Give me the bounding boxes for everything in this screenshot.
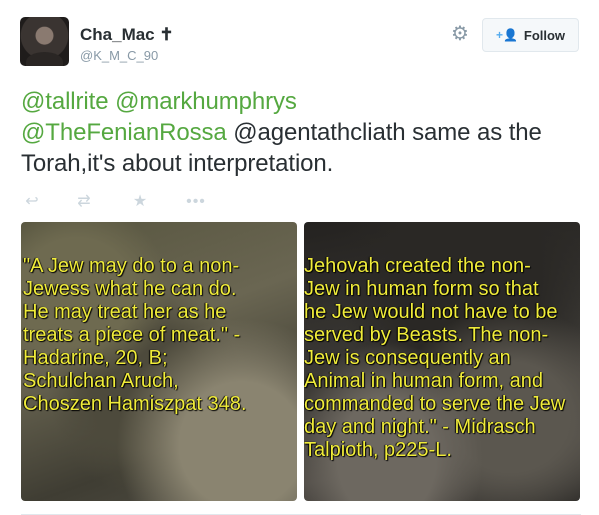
more-icon[interactable]: •••: [185, 191, 207, 213]
mention-link[interactable]: @TheFenianRossa: [21, 119, 227, 146]
mention-link[interactable]: @tallrite: [21, 88, 109, 115]
media-photo[interactable]: "A Jew may do to a non- Jewess what he c…: [21, 222, 297, 501]
add-person-icon: +👤: [495, 28, 518, 42]
mention-link[interactable]: @markhumphrys: [115, 88, 297, 115]
screen-name[interactable]: @K_M_C_90: [80, 48, 158, 63]
display-name[interactable]: Cha_Mac ✝: [80, 25, 174, 45]
photo-caption: "A Jew may do to a non- Jewess what he c…: [23, 255, 247, 415]
reply-icon[interactable]: ↩: [21, 191, 43, 213]
photo-caption: Jehovah created the non- Jew in human fo…: [304, 255, 566, 461]
favorite-icon[interactable]: ★: [129, 191, 151, 213]
avatar[interactable]: [20, 17, 69, 66]
retweet-icon[interactable]: ⇄: [73, 191, 95, 213]
avatar-shirt: [26, 52, 63, 66]
gear-icon[interactable]: ⚙: [449, 23, 471, 45]
mention-link[interactable]: @agentathcliath: [233, 119, 405, 146]
follow-button[interactable]: +👤 Follow: [482, 18, 579, 52]
media-photo[interactable]: Jehovah created the non- Jew in human fo…: [304, 222, 580, 501]
tweet-text: @tallrite @markhumphrys @TheFenianRossa …: [21, 86, 581, 179]
follow-label: Follow: [523, 27, 566, 43]
